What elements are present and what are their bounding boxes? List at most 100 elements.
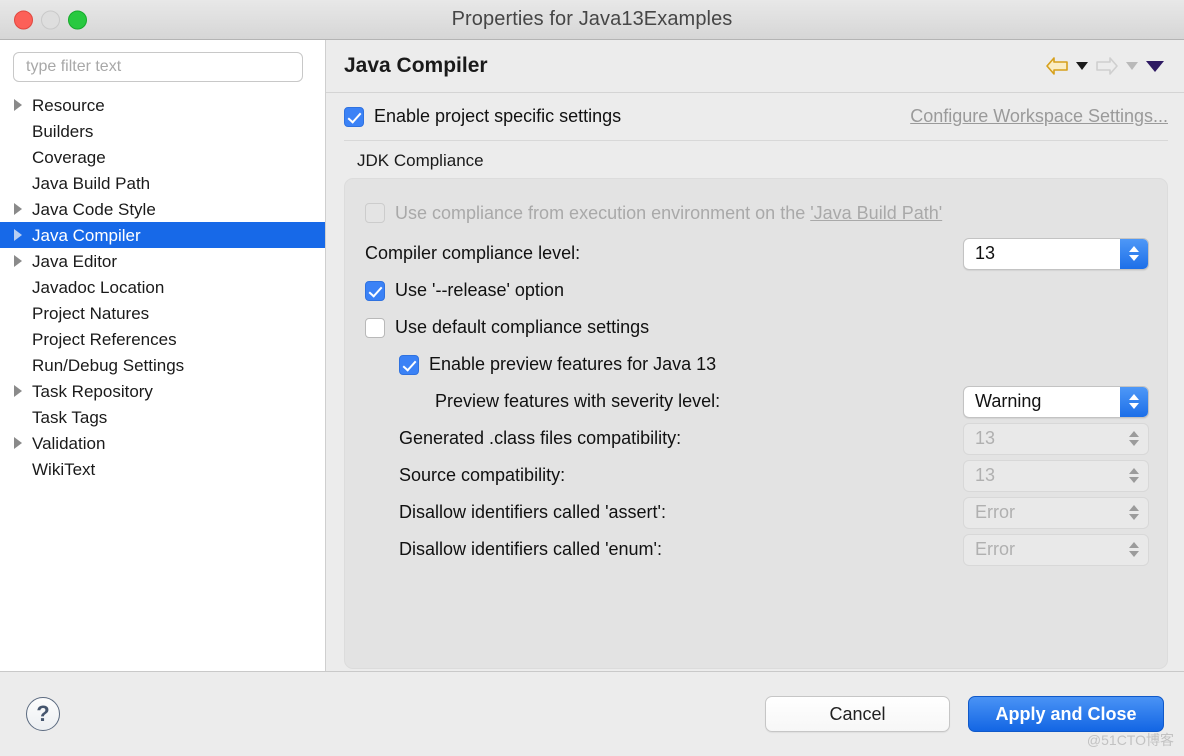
label-source-compatibility: Source compatibility:	[399, 465, 566, 485]
stepper-icon[interactable]	[1120, 386, 1148, 417]
combo-generated-class-files-compatibility: 13	[963, 422, 1149, 455]
row-use-default-compliance-settings: Use default compliance settings	[365, 309, 1149, 346]
label-enable-preview-features-for-java-13: Enable preview features for Java 13	[429, 354, 717, 374]
sidebar-item-resource[interactable]: Resource	[0, 92, 325, 118]
configure-workspace-settings-link[interactable]: Configure Workspace Settings...	[910, 106, 1168, 127]
combo-source-compatibility: 13	[963, 459, 1149, 492]
page-header: Java Compiler	[326, 40, 1184, 93]
checkbox-enable-preview-features-for-java-13[interactable]	[399, 354, 419, 375]
help-button[interactable]: ?	[26, 697, 60, 731]
settings-tree: Resource Builders Coverage Java Build Path J…	[0, 90, 325, 671]
sidebar-item-run-debug-settings[interactable]: Run/Debug Settings	[0, 352, 325, 378]
maximize-window-button[interactable]	[68, 10, 87, 29]
sidebar-item-label: Task Tags	[32, 407, 108, 427]
sidebar-item-label: WikiText	[32, 459, 96, 479]
minimize-window-button[interactable]	[41, 10, 60, 29]
stepper-icon	[1120, 461, 1148, 491]
label-use-default-compliance-settings: Use default compliance settings	[395, 317, 650, 337]
back-dropdown-icon[interactable]	[1074, 53, 1090, 79]
label-generated-class-files-compatibility: Generated .class files compatibility:	[399, 428, 682, 448]
jdk-compliance-group-title: JDK Compliance	[357, 151, 484, 170]
checkbox-use-default-compliance-settings[interactable]	[365, 317, 385, 338]
sidebar-item-java-editor[interactable]: Java Editor	[0, 248, 325, 274]
expand-triangle-icon[interactable]	[14, 229, 32, 241]
row-compiler-compliance-level: Compiler compliance level: 13	[365, 235, 1149, 272]
sidebar-item-label: Javadoc Location	[32, 277, 165, 297]
sidebar-item-project-references[interactable]: Project References	[0, 326, 325, 352]
enable-project-specific-label: Enable project specific settings	[374, 106, 622, 126]
close-window-button[interactable]	[14, 10, 33, 29]
expand-triangle-icon[interactable]	[14, 99, 32, 111]
combo-preview-features-with-severity-level[interactable]: Warning	[963, 385, 1149, 418]
sidebar-item-label: Builders	[32, 121, 94, 141]
row-disallow-identifiers-called-enum: Disallow identifiers called 'enum': Error	[365, 531, 1149, 568]
java-build-path-link[interactable]: 'Java Build Path'	[810, 203, 942, 223]
sidebar-item-java-build-path[interactable]: Java Build Path	[0, 170, 325, 196]
combo-value: Warning	[975, 391, 1042, 411]
checkbox-use-release-option[interactable]	[365, 280, 385, 301]
back-arrow-icon[interactable]	[1042, 52, 1072, 80]
label-compiler-compliance-level: Compiler compliance level:	[365, 243, 581, 263]
label-disallow-identifiers-called-assert: Disallow identifiers called 'assert':	[399, 502, 666, 522]
expand-triangle-icon[interactable]	[14, 385, 32, 397]
combo-value: Error	[975, 502, 1015, 522]
page-title: Java Compiler	[344, 54, 488, 77]
expand-triangle-icon[interactable]	[14, 437, 32, 449]
row-enable-preview-features-for-java-13: Enable preview features for Java 13	[365, 346, 1149, 383]
filter-container	[0, 40, 325, 90]
sidebar-item-label: Project References	[32, 329, 177, 349]
sidebar-item-label: Java Compiler	[32, 225, 141, 245]
label-use-release-option: Use '--release' option	[395, 280, 564, 300]
stepper-icon	[1120, 498, 1148, 528]
navigation-toolbar	[1042, 52, 1168, 80]
combo-disallow-identifiers-called-assert: Error	[963, 496, 1149, 529]
sidebar-item-project-natures[interactable]: Project Natures	[0, 300, 325, 326]
sidebar-item-label: Java Editor	[32, 251, 118, 271]
sidebar-item-builders[interactable]: Builders	[0, 118, 325, 144]
expand-triangle-icon[interactable]	[14, 203, 32, 215]
expand-triangle-icon[interactable]	[14, 255, 32, 267]
stepper-icon	[1120, 424, 1148, 454]
sidebar-item-label: Java Build Path	[32, 173, 151, 193]
use-execution-environment-label: Use compliance from execution environmen…	[395, 203, 942, 224]
sidebar-item-java-code-style[interactable]: Java Code Style	[0, 196, 325, 222]
sidebar-item-java-compiler[interactable]: Java Compiler	[0, 222, 325, 248]
enable-project-specific-checkbox[interactable]	[344, 106, 364, 127]
row-disallow-identifiers-called-assert: Disallow identifiers called 'assert': Err…	[365, 494, 1149, 531]
use-execution-environment-checkbox	[365, 203, 385, 223]
stepper-icon	[1120, 535, 1148, 565]
sidebar-item-coverage[interactable]: Coverage	[0, 144, 325, 170]
cancel-button[interactable]: Cancel	[765, 696, 950, 732]
sidebar-item-label: Task Repository	[32, 381, 153, 401]
sidebar-item-label: Java Code Style	[32, 199, 156, 219]
properties-dialog: Properties for Java13Examples Resource Bu…	[0, 0, 1184, 756]
label-disallow-identifiers-called-enum: Disallow identifiers called 'enum':	[399, 539, 662, 559]
jdk-compliance-rows: Compiler compliance level: 13 Use '--relea…	[365, 235, 1149, 568]
sidebar-item-label: Coverage	[32, 147, 106, 167]
watermark: @51CTO博客	[1086, 732, 1174, 748]
dialog-body: Resource Builders Coverage Java Build Path J…	[0, 40, 1184, 671]
sidebar-item-label: Run/Debug Settings	[32, 355, 185, 375]
combo-value: Error	[975, 539, 1015, 559]
filter-input[interactable]	[13, 52, 303, 82]
sidebar-item-task-repository[interactable]: Task Repository	[0, 378, 325, 404]
combo-disallow-identifiers-called-enum: Error	[963, 533, 1149, 566]
combo-value: 13	[975, 428, 996, 448]
window-title: Properties for Java13Examples	[451, 8, 733, 30]
sidebar-item-task-tags[interactable]: Task Tags	[0, 404, 325, 430]
stepper-icon[interactable]	[1120, 238, 1148, 269]
use-execution-environment-row: Use compliance from execution environmen…	[365, 191, 1149, 235]
forward-arrow-icon	[1092, 52, 1122, 80]
sidebar-item-validation[interactable]: Validation	[0, 430, 325, 456]
label-preview-features-with-severity-level: Preview features with severity level:	[435, 391, 721, 411]
sidebar-item-javadoc-location[interactable]: Javadoc Location	[0, 274, 325, 300]
combo-value: 13	[975, 243, 996, 263]
apply-and-close-button[interactable]: Apply and Close	[968, 696, 1164, 732]
combo-compiler-compliance-level[interactable]: 13	[963, 237, 1149, 270]
sidebar-item-wikitext[interactable]: WikiText	[0, 456, 325, 482]
row-source-compatibility: Source compatibility: 13	[365, 457, 1149, 494]
view-menu-icon[interactable]	[1142, 53, 1168, 79]
forward-dropdown-icon	[1124, 53, 1140, 79]
dialog-footer: ? Cancel Apply and Close @51CTO博客	[0, 671, 1184, 756]
row-use-release-option: Use '--release' option	[365, 272, 1149, 309]
